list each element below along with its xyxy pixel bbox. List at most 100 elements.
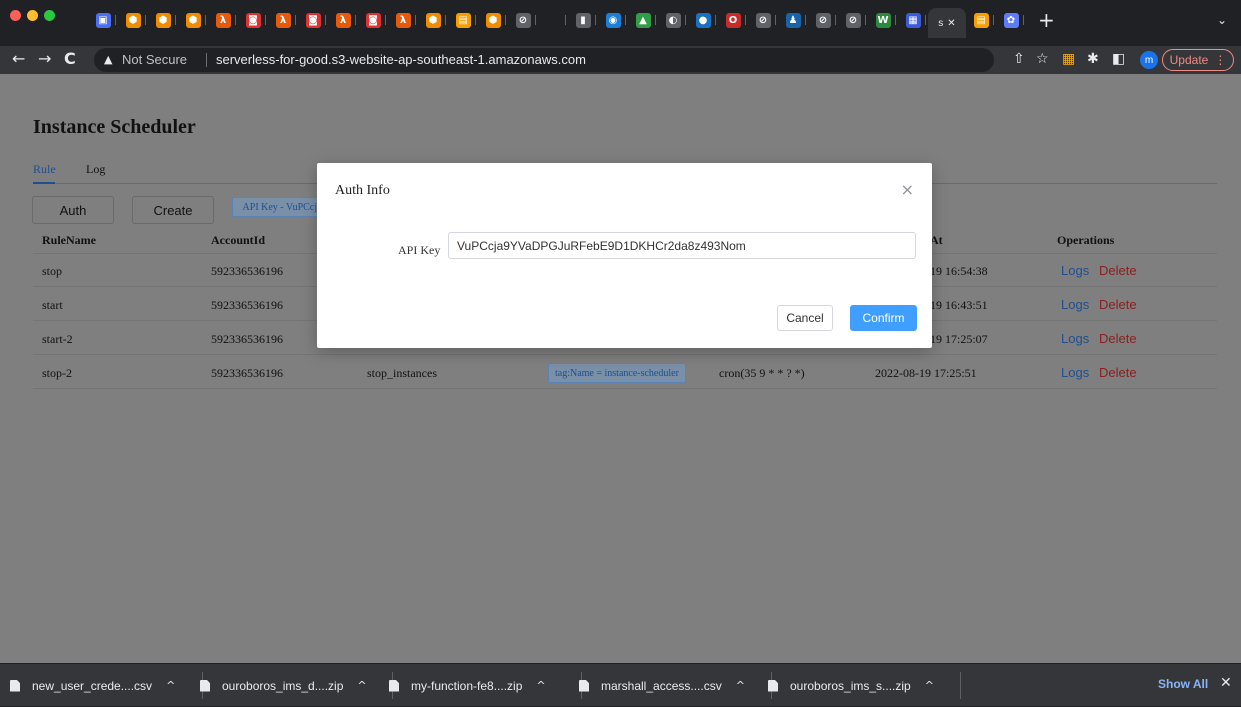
browser-tab-2[interactable]: ⬢ xyxy=(148,6,178,34)
browser-tab-5[interactable]: ◙ xyxy=(238,6,268,34)
cancel-button[interactable]: Cancel xyxy=(777,305,833,331)
browser-tab-20[interactable]: ● xyxy=(688,6,718,34)
browser-tab-6[interactable]: λ xyxy=(268,6,298,34)
tab-rule[interactable]: Rule xyxy=(33,162,56,177)
account-id-cell: 592336536196 xyxy=(211,298,283,312)
update-button[interactable]: Update ⋮ xyxy=(1162,49,1234,71)
browser-tab-23[interactable]: ♟ xyxy=(778,6,808,34)
browser-tab-24[interactable]: ⊘ xyxy=(808,6,838,34)
blue-dot-icon: ● xyxy=(695,12,711,28)
download-item[interactable]: marshall_access....csv ^ xyxy=(579,664,745,707)
browser-tab-4[interactable]: λ xyxy=(208,6,238,34)
create-button[interactable]: Create xyxy=(132,196,214,224)
tab-search-icon[interactable]: ⌄ xyxy=(1217,13,1227,27)
chevron-up-icon[interactable]: ^ xyxy=(357,679,366,692)
browser-tab-after-0[interactable]: ▤ xyxy=(966,6,996,34)
delete-link[interactable]: Delete xyxy=(1099,365,1137,380)
browser-tab-7[interactable]: ◙ xyxy=(298,6,328,34)
browser-tab-9[interactable]: ◙ xyxy=(358,6,388,34)
aws-cube-icon: ⬢ xyxy=(485,12,501,28)
tab-log[interactable]: Log xyxy=(86,162,105,177)
file-icon xyxy=(579,679,589,692)
w-icon: W xyxy=(875,12,891,28)
download-item[interactable]: my-function-fe8....zip ^ xyxy=(389,664,546,707)
window-controls xyxy=(10,10,55,21)
browser-tab-22[interactable]: ⊘ xyxy=(748,6,778,34)
globe-icon: ⊘ xyxy=(845,12,861,28)
close-tab-icon[interactable]: ✕ xyxy=(947,18,955,29)
close-window-button[interactable] xyxy=(10,10,21,21)
new-tab-button[interactable]: + xyxy=(1038,8,1055,32)
file-icon xyxy=(200,679,210,692)
logs-link[interactable]: Logs xyxy=(1061,365,1089,380)
mountain-icon: ▲ xyxy=(635,12,651,28)
aws-console-icon: ◙ xyxy=(365,12,381,28)
kebab-menu-icon: ⋮ xyxy=(1214,53,1227,67)
chevron-up-icon[interactable]: ^ xyxy=(166,679,175,692)
browser-tab-active[interactable]: s ✕ xyxy=(928,8,966,38)
logs-link[interactable]: Logs xyxy=(1061,331,1089,346)
reload-icon[interactable]: C xyxy=(64,49,76,68)
forward-arrow-icon[interactable]: → xyxy=(38,49,51,68)
chevron-up-icon[interactable]: ^ xyxy=(536,679,545,692)
browser-tab-3[interactable]: ⬢ xyxy=(178,6,208,34)
updated-at-cell: 19 16:43:51 xyxy=(930,298,988,312)
side-panel-icon[interactable]: ◧ xyxy=(1112,51,1125,67)
page-title: Instance Scheduler xyxy=(33,116,196,138)
minimize-window-button[interactable] xyxy=(27,10,38,21)
confirm-button[interactable]: Confirm xyxy=(850,305,917,331)
download-item[interactable]: ouroboros_ims_d....zip ^ xyxy=(200,664,367,707)
browser-tab-0[interactable]: ▣ xyxy=(88,6,118,34)
browser-tab-15[interactable] xyxy=(538,6,568,34)
delete-link[interactable]: Delete xyxy=(1099,263,1137,278)
browser-tab-26[interactable]: W xyxy=(868,6,898,34)
auth-button[interactable]: Auth xyxy=(32,196,114,224)
delete-link[interactable]: Delete xyxy=(1099,297,1137,312)
download-filename: my-function-fe8....zip xyxy=(411,678,523,693)
delete-link[interactable]: Delete xyxy=(1099,331,1137,346)
browser-tab-13[interactable]: ⬢ xyxy=(478,6,508,34)
chevron-up-icon[interactable]: ^ xyxy=(736,679,745,692)
chevron-up-icon[interactable]: ^ xyxy=(925,679,934,692)
lambda-icon: λ xyxy=(215,12,231,28)
extensions-puzzle-icon[interactable]: ✱ xyxy=(1087,51,1099,67)
api-key-input[interactable] xyxy=(448,232,916,259)
browser-tab-19[interactable]: ◐ xyxy=(658,6,688,34)
extension-grid-icon[interactable]: ▦ xyxy=(1062,51,1075,67)
browser-tab-14[interactable]: ⊘ xyxy=(508,6,538,34)
browser-tab-after-1[interactable]: ✿ xyxy=(996,6,1026,34)
github-icon: ◐ xyxy=(665,12,681,28)
address-bar[interactable]: ▲ Not Secure serverless-for-good.s3-webs… xyxy=(94,48,994,72)
file-icon xyxy=(389,679,399,692)
browser-tab-16[interactable]: ▮ xyxy=(568,6,598,34)
download-item[interactable]: ouroboros_ims_s....zip ^ xyxy=(768,664,934,707)
tab-list: ▣ ⬢ ⬢ ⬢ λ ◙ λ ◙ λ ◙ λ ⬢ ▤ ⬢ ⊘ ▮ ◉ ▲ ◐ ● O ⊘ ♟ ⊘ ⊘ W ▦ s ✕ ▤ ✿ + xyxy=(88,6,1055,38)
close-icon[interactable]: × xyxy=(901,180,914,199)
browser-tab-12[interactable]: ▤ xyxy=(448,6,478,34)
rule-name-cell: start-2 xyxy=(42,332,73,346)
browser-tab-27[interactable]: ▦ xyxy=(898,6,928,34)
browser-tab-10[interactable]: λ xyxy=(388,6,418,34)
download-item[interactable]: new_user_crede....csv ^ xyxy=(10,664,175,707)
browser-tab-21[interactable]: O xyxy=(718,6,748,34)
browser-tab-1[interactable]: ⬢ xyxy=(118,6,148,34)
back-arrow-icon[interactable]: ← xyxy=(12,49,25,68)
bookmark-star-icon[interactable]: ☆ xyxy=(1036,51,1049,67)
browser-tab-18[interactable]: ▲ xyxy=(628,6,658,34)
warning-icon[interactable]: ▲ xyxy=(104,53,112,66)
profile-avatar[interactable]: m xyxy=(1140,51,1158,69)
browser-tab-17[interactable]: ◉ xyxy=(598,6,628,34)
zoom-window-button[interactable] xyxy=(44,10,55,21)
aws-console-icon: ◙ xyxy=(305,12,321,28)
show-all-downloads-button[interactable]: Show All xyxy=(1158,677,1208,691)
col-header-accountid: AccountId xyxy=(211,233,266,247)
browser-tab-25[interactable]: ⊘ xyxy=(838,6,868,34)
url-text[interactable]: serverless-for-good.s3-website-ap-southe… xyxy=(216,52,586,67)
browser-tab-8[interactable]: λ xyxy=(328,6,358,34)
close-download-bar-icon[interactable]: ✕ xyxy=(1220,675,1232,691)
browser-tab-11[interactable]: ⬢ xyxy=(418,6,448,34)
share-icon[interactable]: ⇧ xyxy=(1013,51,1025,67)
logs-link[interactable]: Logs xyxy=(1061,263,1089,278)
page-viewport: Instance Scheduler Rule Log Auth Create … xyxy=(0,74,1241,663)
logs-link[interactable]: Logs xyxy=(1061,297,1089,312)
